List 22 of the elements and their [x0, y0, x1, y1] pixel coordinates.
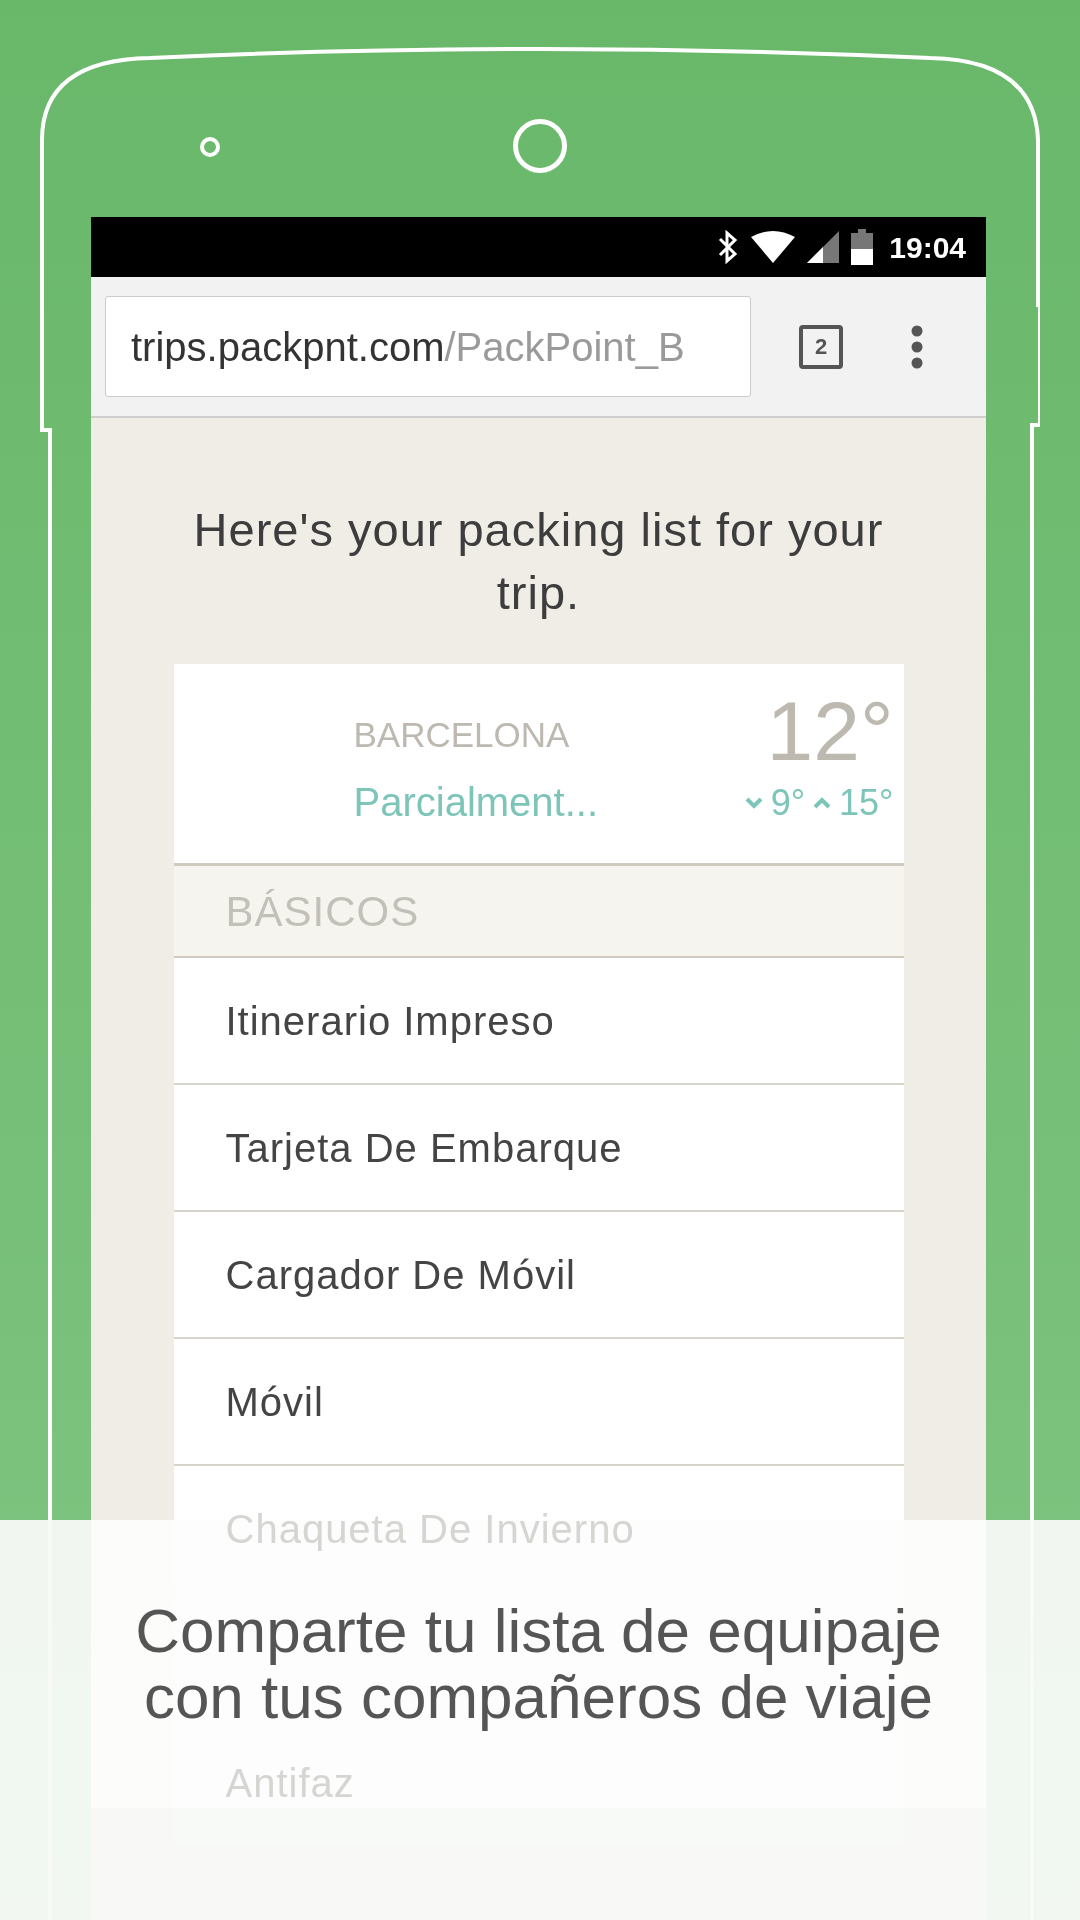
clock-time: 19:04 [889, 229, 966, 266]
bluetooth-icon [717, 230, 740, 264]
overflow-menu-icon[interactable] [911, 324, 923, 369]
signal-icon [807, 231, 840, 263]
list-item[interactable]: Cargador De Móvil [225, 1244, 576, 1305]
tab-count-button[interactable]: 2 [799, 324, 843, 369]
city-name: BARCELONA [353, 714, 571, 756]
camera-ring-icon [513, 119, 567, 173]
list-item[interactable]: Itinerario Impreso [225, 990, 555, 1051]
battery-icon [851, 229, 874, 265]
list-item[interactable]: Tarjeta De Embarque [225, 1117, 623, 1178]
wifi-icon [751, 231, 796, 263]
weather-condition: Parcialment... [353, 778, 600, 826]
caption-text: Comparte tu lista de equipaje con tus compañeros de viaje [135, 1598, 942, 1730]
low-temperature: 9° [770, 781, 806, 825]
high-temperature: 15° [839, 781, 894, 825]
temperature: 12° [766, 686, 894, 776]
page-heading: Here's your packing list for your trip. [192, 502, 885, 621]
down-chevron-icon [744, 797, 763, 809]
list-item[interactable]: Móvil [225, 1371, 324, 1432]
up-chevron-icon [813, 797, 832, 809]
address-bar[interactable]: trips.packpnt.com/PackPoint_B [105, 296, 751, 397]
